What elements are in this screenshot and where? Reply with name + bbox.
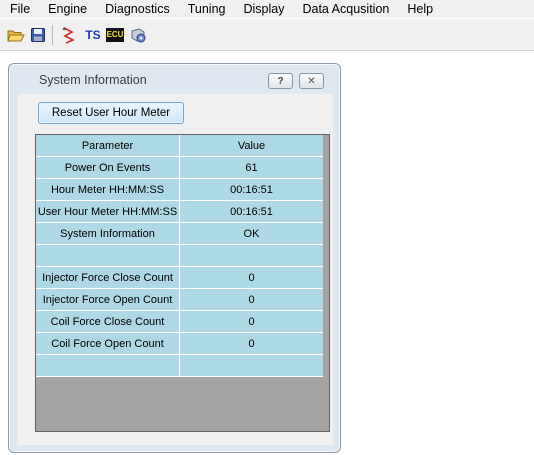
value-cell[interactable] bbox=[180, 355, 324, 377]
ts-icon-label: TS bbox=[85, 28, 101, 42]
parameter-cell[interactable]: Coil Force Open Count bbox=[36, 333, 180, 355]
parameter-cell[interactable]: Injector Force Open Count bbox=[36, 289, 180, 311]
value-cell[interactable]: 0 bbox=[180, 333, 324, 355]
parameter-cell[interactable]: User Hour Meter HH:MM:SS bbox=[36, 201, 180, 223]
table-row[interactable]: System Information OK bbox=[36, 223, 324, 245]
parameter-cell[interactable]: Coil Force Close Count bbox=[36, 311, 180, 333]
parameter-cell[interactable]: System Information bbox=[36, 223, 180, 245]
help-icon: ? bbox=[277, 75, 284, 87]
help-button[interactable]: ? bbox=[268, 73, 293, 89]
reset-user-hour-meter-button[interactable]: Reset User Hour Meter bbox=[38, 102, 184, 124]
table-row[interactable]: Coil Force Open Count 0 bbox=[36, 333, 324, 355]
parameter-cell[interactable]: Power On Events bbox=[36, 157, 180, 179]
window-titlebar[interactable]: System Information ? ✕ bbox=[9, 64, 340, 94]
value-cell[interactable]: 0 bbox=[180, 311, 324, 333]
value-cell[interactable]: OK bbox=[180, 223, 324, 245]
table-row[interactable]: Coil Force Close Count 0 bbox=[36, 311, 324, 333]
table-row[interactable]: User Hour Meter HH:MM:SS 00:16:51 bbox=[36, 201, 324, 223]
save-icon[interactable] bbox=[28, 25, 48, 45]
graph-icon[interactable] bbox=[59, 25, 79, 45]
open-folder-icon[interactable] bbox=[6, 25, 26, 45]
table-row[interactable]: Injector Force Close Count 0 bbox=[36, 267, 324, 289]
toolbar: TS ECU bbox=[0, 19, 534, 51]
table-row[interactable]: Injector Force Open Count 0 bbox=[36, 289, 324, 311]
ecu-icon[interactable]: ECU bbox=[105, 25, 125, 45]
window-title: System Information bbox=[39, 73, 147, 87]
parameter-cell[interactable]: Hour Meter HH:MM:SS bbox=[36, 179, 180, 201]
system-info-grid[interactable]: Parameter Value Power On Events 61 Hour … bbox=[35, 134, 330, 432]
parameter-cell[interactable] bbox=[36, 355, 180, 377]
value-cell[interactable]: 61 bbox=[180, 157, 324, 179]
table-row[interactable]: Hour Meter HH:MM:SS 00:16:51 bbox=[36, 179, 324, 201]
menu-tuning[interactable]: Tuning bbox=[179, 0, 235, 18]
menu-engine[interactable]: Engine bbox=[39, 0, 96, 18]
app-window: File Engine Diagnostics Tuning Display D… bbox=[0, 0, 534, 455]
ts-icon[interactable]: TS bbox=[82, 25, 104, 45]
parameter-cell[interactable] bbox=[36, 245, 180, 267]
config-icon[interactable] bbox=[128, 25, 148, 45]
column-header-parameter[interactable]: Parameter bbox=[36, 135, 180, 157]
table-header-row: Parameter Value bbox=[36, 135, 324, 157]
close-icon: ✕ bbox=[307, 75, 316, 87]
value-cell[interactable]: 0 bbox=[180, 289, 324, 311]
menu-display[interactable]: Display bbox=[234, 0, 293, 18]
grid-scrollbar[interactable] bbox=[323, 135, 329, 431]
value-cell[interactable] bbox=[180, 245, 324, 267]
menu-help[interactable]: Help bbox=[398, 0, 442, 18]
ecu-icon-label: ECU bbox=[105, 28, 125, 42]
menu-file[interactable]: File bbox=[0, 0, 39, 18]
window-client-area: Reset User Hour Meter Parameter Value Po… bbox=[18, 94, 333, 445]
table-row[interactable] bbox=[36, 355, 324, 377]
value-cell[interactable]: 00:16:51 bbox=[180, 179, 324, 201]
table-row[interactable] bbox=[36, 245, 324, 267]
menu-bar: File Engine Diagnostics Tuning Display D… bbox=[0, 0, 534, 18]
parameter-cell[interactable]: Injector Force Close Count bbox=[36, 267, 180, 289]
value-cell[interactable]: 0 bbox=[180, 267, 324, 289]
table-row[interactable]: Power On Events 61 bbox=[36, 157, 324, 179]
value-cell[interactable]: 00:16:51 bbox=[180, 201, 324, 223]
close-button[interactable]: ✕ bbox=[299, 73, 324, 89]
menu-data-acquisition[interactable]: Data Acqusition bbox=[293, 0, 398, 18]
column-header-value[interactable]: Value bbox=[180, 135, 324, 157]
toolbar-separator bbox=[52, 25, 53, 45]
grid-rows: Parameter Value Power On Events 61 Hour … bbox=[36, 135, 324, 377]
menu-diagnostics[interactable]: Diagnostics bbox=[96, 0, 179, 18]
system-information-window: System Information ? ✕ Reset User Hour M… bbox=[8, 63, 341, 453]
